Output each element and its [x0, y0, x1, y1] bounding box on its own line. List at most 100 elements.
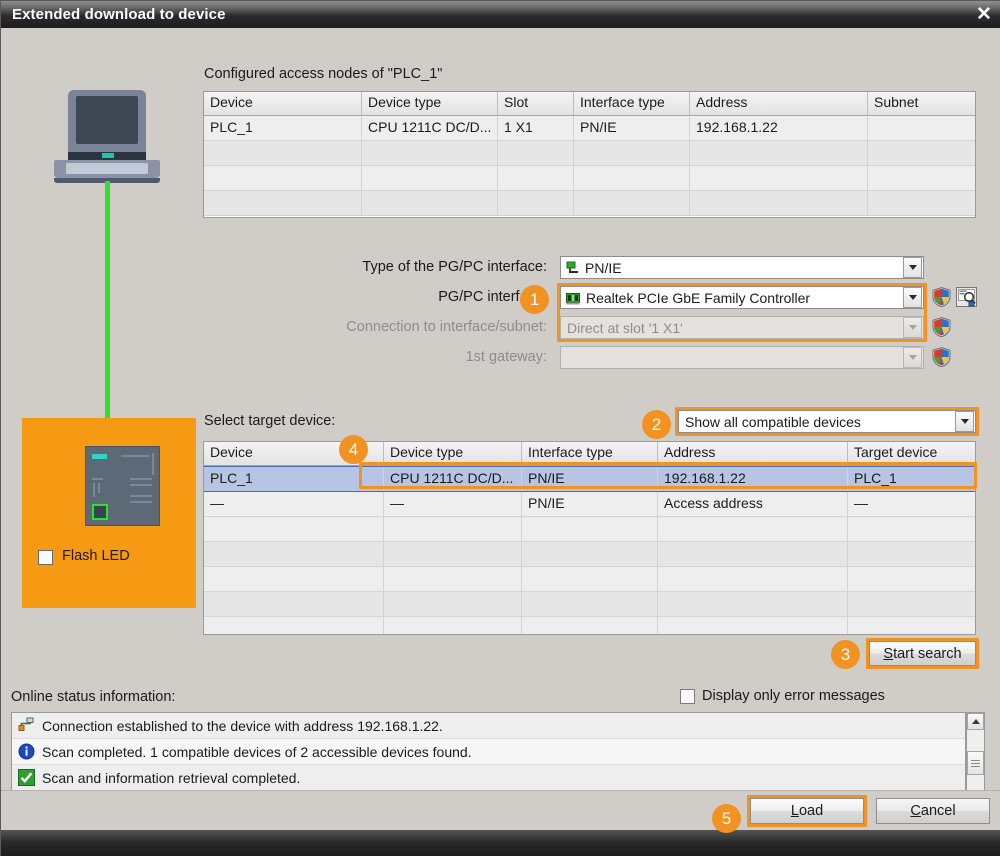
table-empty-row[interactable]	[204, 617, 975, 634]
target-device-caption: Select target device:	[204, 413, 336, 429]
dialog-footer: Load Cancel	[1, 790, 1000, 831]
connection-subnet-value: Direct at slot '1 X1'	[567, 319, 683, 336]
chevron-down-icon[interactable]	[903, 287, 922, 308]
cell-empty	[868, 141, 975, 165]
access-nodes-table[interactable]: Device Device type Slot Interface type A…	[203, 91, 976, 218]
uac-shield-icon[interactable]	[932, 287, 951, 312]
plc-device-icon	[85, 446, 160, 526]
status-message-text: Scan and information retrieval completed…	[42, 769, 301, 786]
close-icon[interactable]: ✕	[971, 1, 997, 27]
cell-empty	[362, 166, 498, 190]
cell-interface-type: PN/IE	[522, 492, 658, 516]
network-card-icon	[566, 291, 581, 305]
cell-empty	[658, 567, 848, 591]
status-message-row[interactable]: Scan and information retrieval completed…	[12, 765, 965, 791]
display-only-errors-label: Display only error messages	[702, 688, 885, 704]
callout-badge-3: 3	[831, 640, 860, 669]
cell-device-type: —	[384, 492, 522, 516]
cell-empty	[574, 191, 690, 215]
table-row[interactable]: PLC_1 CPU 1211C DC/D... 1 X1 PN/IE 192.1…	[204, 116, 975, 141]
cell-empty	[204, 567, 384, 591]
column-header-address[interactable]: Address	[658, 442, 848, 465]
cell-empty	[204, 141, 362, 165]
cell-empty	[574, 141, 690, 165]
cancel-button[interactable]: Cancel	[876, 798, 990, 824]
column-header-device[interactable]: Device	[204, 92, 362, 115]
access-nodes-caption: Configured access nodes of "PLC_1"	[204, 66, 443, 82]
flash-led-checkbox[interactable]	[38, 550, 53, 565]
cell-empty	[522, 617, 658, 634]
table-empty-row[interactable]	[204, 191, 975, 216]
column-header-interface-type[interactable]: Interface type	[574, 92, 690, 115]
load-button[interactable]: Load	[750, 798, 864, 824]
cell-empty	[204, 166, 362, 190]
table-empty-row[interactable]	[204, 567, 975, 592]
callout-badge-2: 2	[642, 410, 671, 439]
cell-device: PLC_1	[204, 116, 362, 140]
cell-empty	[498, 166, 574, 190]
scrollbar-thumb[interactable]	[967, 751, 984, 775]
footer-strip	[1, 830, 1000, 856]
cell-empty	[522, 542, 658, 566]
uac-shield-icon[interactable]	[932, 347, 951, 372]
cell-empty	[384, 592, 522, 616]
display-only-errors-checkbox[interactable]	[680, 689, 695, 704]
pgpc-interface-label: PG/PC interface:	[438, 289, 547, 305]
column-header-device-type[interactable]: Device type	[384, 442, 522, 465]
table-empty-row[interactable]	[204, 517, 975, 542]
dialog-body: MECH MIND	[1, 28, 1000, 836]
target-filter-combo[interactable]: Show all compatible devices	[678, 410, 976, 433]
cell-empty	[498, 141, 574, 165]
cell-empty	[384, 567, 522, 591]
table-header-row: Device Device type Interface type Addres…	[204, 442, 975, 466]
network-cable	[105, 181, 110, 446]
cell-empty	[848, 517, 975, 541]
pgpc-type-combo[interactable]: PN/IE	[560, 256, 924, 279]
dialog-titlebar: Extended download to device ✕	[1, 1, 1000, 28]
table-empty-row[interactable]	[204, 542, 975, 567]
interface-properties-icon[interactable]	[956, 287, 977, 312]
cell-empty	[574, 166, 690, 190]
uac-shield-icon[interactable]	[932, 317, 951, 342]
cell-empty	[522, 592, 658, 616]
chevron-down-icon[interactable]	[955, 411, 974, 432]
cell-empty	[384, 517, 522, 541]
status-message-row[interactable]: Scan completed. 1 compatible devices of …	[12, 739, 965, 765]
info-icon	[18, 743, 35, 760]
table-empty-row[interactable]	[204, 141, 975, 166]
cell-target-device: —	[854, 495, 868, 511]
column-header-slot[interactable]: Slot	[498, 92, 574, 115]
scroll-up-icon[interactable]	[967, 713, 984, 730]
cell-empty	[204, 542, 384, 566]
target-device-selected-row[interactable]: PLC_1 CPU 1211C DC/D... PN/IE 192.168.1.…	[204, 466, 975, 492]
gateway-combo	[560, 346, 924, 369]
connection-established-icon	[18, 717, 35, 734]
network-connector-icon	[566, 261, 580, 275]
column-header-address[interactable]: Address	[690, 92, 868, 115]
cell-empty	[868, 191, 975, 215]
dialog-title: Extended download to device	[12, 6, 226, 23]
column-header-target-device[interactable]: Target device	[848, 442, 975, 465]
cell-address: 192.168.1.22	[690, 116, 868, 140]
table-empty-row[interactable]	[204, 166, 975, 191]
cell-target-device: PLC_1	[854, 470, 897, 486]
table-row[interactable]: — — PN/IE Access address —	[204, 492, 975, 517]
column-header-device-type[interactable]: Device type	[362, 92, 498, 115]
cell-empty	[690, 191, 868, 215]
pgpc-interface-combo[interactable]: Realtek PCIe GbE Family Controller	[560, 286, 924, 309]
cell-address: 192.168.1.22	[658, 467, 848, 491]
callout-badge-4: 4	[339, 435, 368, 464]
cell-empty	[384, 617, 522, 634]
start-search-button[interactable]: Start search	[869, 641, 976, 666]
chevron-down-icon[interactable]	[903, 257, 922, 278]
table-empty-row[interactable]	[204, 592, 975, 617]
target-device-table[interactable]: Device Device type Interface type Addres…	[203, 441, 976, 635]
column-header-interface-type[interactable]: Interface type	[522, 442, 658, 465]
cell-empty	[848, 617, 975, 634]
column-header-subnet[interactable]: Subnet	[868, 92, 975, 115]
cell-address: Access address	[658, 492, 848, 516]
status-message-row[interactable]: Connection established to the device wit…	[12, 713, 965, 739]
cell-empty	[384, 542, 522, 566]
cell-empty	[690, 166, 868, 190]
laptop-pg-icon	[54, 90, 160, 185]
